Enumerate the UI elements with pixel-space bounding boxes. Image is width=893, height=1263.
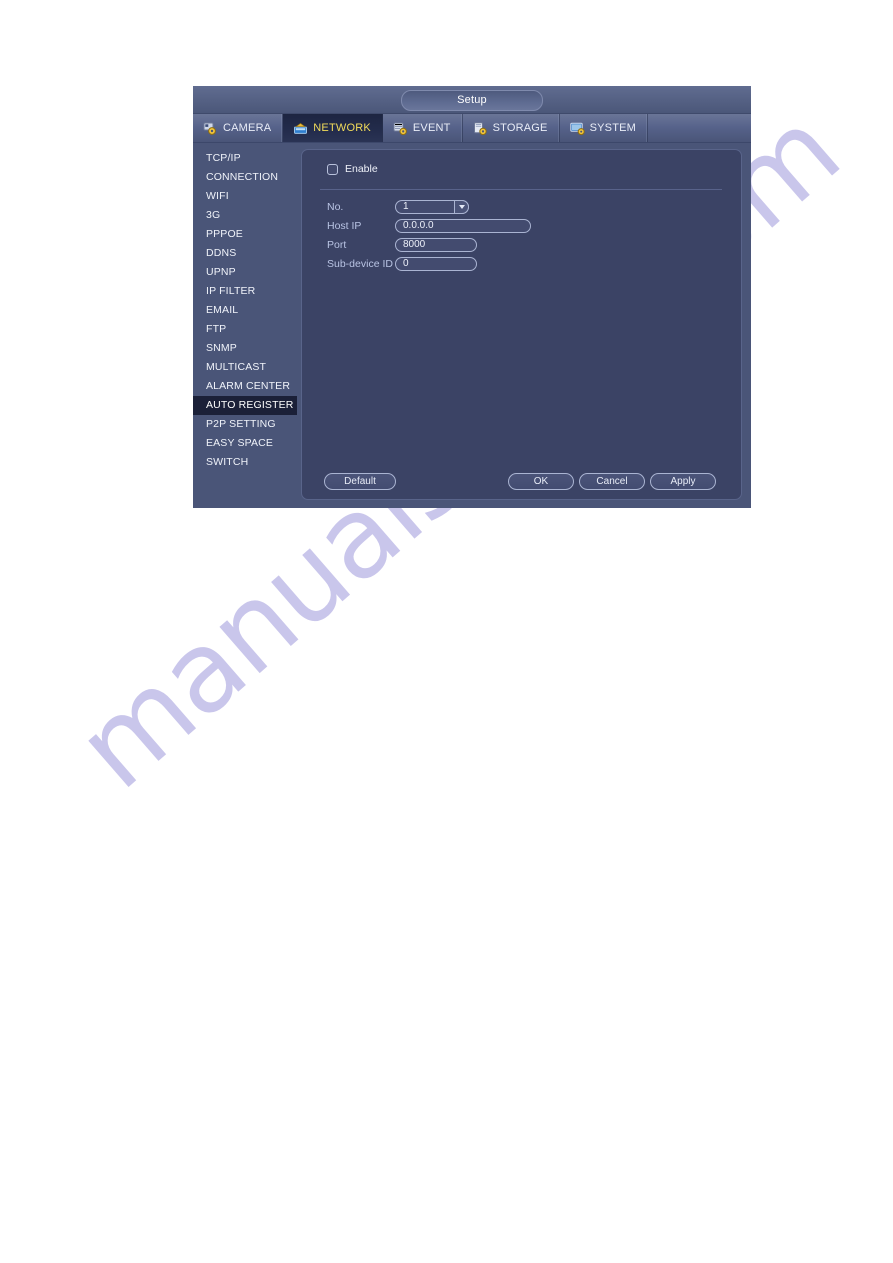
tab-camera[interactable]: CAMERA xyxy=(193,114,284,142)
default-button[interactable]: Default xyxy=(324,473,396,490)
dialog-body: TCP/IP CONNECTION WIFI 3G PPPOE DDNS UPN… xyxy=(193,143,751,508)
ok-button[interactable]: OK xyxy=(508,473,574,490)
host-ip-label: Host IP xyxy=(327,220,362,232)
sidebar-item-upnp[interactable]: UPNP xyxy=(193,263,297,282)
main-tab-bar: CAMERA NETWORK EVENT STORAGE SYSTEM xyxy=(193,114,751,143)
enable-checkbox[interactable] xyxy=(327,163,338,175)
tab-storage-label: STORAGE xyxy=(492,122,548,134)
no-label: No. xyxy=(327,201,344,213)
auto-register-panel: Enable No. 1 Host IP 0.0.0.0 Port 8000 S… xyxy=(301,149,742,500)
tab-network-label: NETWORK xyxy=(313,122,371,134)
sidebar-item-ftp[interactable]: FTP xyxy=(193,320,297,339)
no-select[interactable]: 1 xyxy=(395,200,469,214)
host-ip-row: Host IP 0.0.0.0 xyxy=(327,219,531,233)
sub-device-id-label: Sub-device ID xyxy=(327,258,393,270)
sidebar-item-wifi[interactable]: WIFI xyxy=(193,187,297,206)
enable-label: Enable xyxy=(345,163,378,175)
camera-icon xyxy=(203,122,218,135)
port-label: Port xyxy=(327,239,347,251)
sidebar-item-ddns[interactable]: DDNS xyxy=(193,244,297,263)
cancel-button[interactable]: Cancel xyxy=(579,473,645,490)
sidebar-item-tcpip[interactable]: TCP/IP xyxy=(193,149,297,168)
tab-event[interactable]: EVENT xyxy=(383,114,463,142)
dialog-footer: Default OK Cancel Apply xyxy=(302,473,741,491)
tab-camera-label: CAMERA xyxy=(223,122,272,134)
sidebar-item-p2p-setting[interactable]: P2P SETTING xyxy=(193,415,297,434)
tab-network[interactable]: NETWORK xyxy=(283,114,383,142)
tab-system-label: SYSTEM xyxy=(589,122,637,134)
dialog-title: Setup xyxy=(401,90,543,111)
event-icon xyxy=(393,122,408,135)
sidebar-item-easy-space[interactable]: EASY SPACE xyxy=(193,434,297,453)
tab-storage[interactable]: STORAGE xyxy=(463,114,560,142)
tab-bar-filler xyxy=(648,114,751,142)
system-icon xyxy=(569,122,585,135)
sidebar-item-email[interactable]: EMAIL xyxy=(193,301,297,320)
apply-button[interactable]: Apply xyxy=(650,473,716,490)
network-icon xyxy=(293,122,308,135)
chevron-down-icon[interactable] xyxy=(454,200,469,214)
no-select-value: 1 xyxy=(403,201,409,212)
sidebar-item-3g[interactable]: 3G xyxy=(193,206,297,225)
sidebar-item-snmp[interactable]: SNMP xyxy=(193,339,297,358)
sidebar-item-pppoe[interactable]: PPPOE xyxy=(193,225,297,244)
port-input[interactable]: 8000 xyxy=(395,238,477,252)
no-row: No. 1 xyxy=(327,200,469,214)
storage-icon xyxy=(473,121,488,135)
section-divider xyxy=(320,189,722,190)
content-area: Enable No. 1 Host IP 0.0.0.0 Port 8000 S… xyxy=(297,143,751,508)
enable-row[interactable]: Enable xyxy=(327,163,378,175)
sidebar-item-alarm-center[interactable]: ALARM CENTER xyxy=(193,377,297,396)
sidebar-item-connection[interactable]: CONNECTION xyxy=(193,168,297,187)
sidebar-item-multicast[interactable]: MULTICAST xyxy=(193,358,297,377)
sub-device-id-row: Sub-device ID 0 xyxy=(327,257,477,271)
setup-dialog-window: Setup CAMERA NETWORK EVENT STORAGE SYSTE… xyxy=(193,86,751,508)
host-ip-input[interactable]: 0.0.0.0 xyxy=(395,219,531,233)
dialog-titlebar: Setup xyxy=(193,86,751,114)
tab-event-label: EVENT xyxy=(412,122,451,134)
sub-device-id-input[interactable]: 0 xyxy=(395,257,477,271)
tab-system[interactable]: SYSTEM xyxy=(560,114,649,142)
network-sidebar: TCP/IP CONNECTION WIFI 3G PPPOE DDNS UPN… xyxy=(193,143,297,508)
port-row: Port 8000 xyxy=(327,238,477,252)
sidebar-item-ip-filter[interactable]: IP FILTER xyxy=(193,282,297,301)
sidebar-item-auto-register[interactable]: AUTO REGISTER xyxy=(193,396,297,415)
sidebar-item-switch[interactable]: SWITCH xyxy=(193,453,297,472)
